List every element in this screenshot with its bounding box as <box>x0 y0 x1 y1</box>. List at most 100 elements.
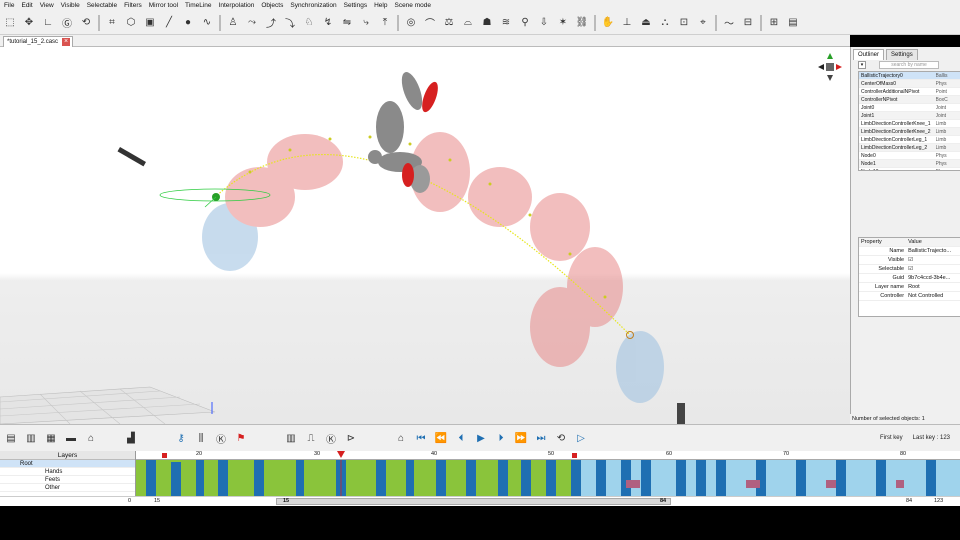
playhead-handle[interactable] <box>337 451 345 458</box>
select-tool-icon[interactable]: ⬚ <box>3 16 17 30</box>
ballistic-icon[interactable]: ⌓ <box>461 16 475 30</box>
move-tool-icon[interactable]: ✥ <box>22 16 36 30</box>
property-row[interactable]: Layer name Root <box>859 283 960 292</box>
wave-icon[interactable]: 〜 <box>722 16 736 30</box>
range-in-field[interactable]: 15 <box>154 498 160 504</box>
menu-item-file[interactable]: File <box>4 2 14 9</box>
ik-icon[interactable]: ⤵ <box>283 16 297 30</box>
outliner-row[interactable]: LimbDirectionControllerKnee_1 Limb <box>859 120 960 128</box>
layer-other[interactable]: Other <box>0 484 135 492</box>
menu-item-synchronization[interactable]: Synchronization <box>290 2 336 9</box>
property-row[interactable]: Guid 9b7c4ccd-3b4e... <box>859 274 960 283</box>
ik-key-icon[interactable]: Ⓚ <box>214 431 228 446</box>
property-row[interactable]: Name BallisticTrajecto... <box>859 247 960 256</box>
ground-icon[interactable]: ⊥ <box>620 16 634 30</box>
next-frame-icon[interactable]: ⏵ <box>494 431 508 445</box>
dope-icon[interactable]: ▥ <box>284 431 298 445</box>
menu-item-mirror-tool[interactable]: Mirror tool <box>149 2 178 9</box>
axis-tool-icon[interactable]: ∟ <box>41 16 55 30</box>
outliner-row[interactable]: LimbDirectionControllerLeg_2 Limb <box>859 144 960 152</box>
balance-icon[interactable]: ⚖ <box>442 16 456 30</box>
menu-item-selectable[interactable]: Selectable <box>87 2 117 9</box>
timeline-ruler[interactable]: 20 30 40 50 60 70 80 <box>136 451 960 460</box>
step-icon[interactable]: ⎍ <box>304 431 318 445</box>
menu-item-scene-mode[interactable]: Scene mode <box>394 2 431 9</box>
flag-icon[interactable]: ⚑ <box>234 431 248 445</box>
scene-graphics[interactable] <box>0 47 850 424</box>
first-key-icon[interactable]: ⏮ <box>414 431 428 445</box>
outliner-row[interactable]: Node1 Phys <box>859 160 960 168</box>
outliner-row[interactable]: CenterOfMass0 Phys <box>859 80 960 88</box>
trajectory-icon[interactable]: ⤳ <box>245 16 259 30</box>
node-icon[interactable]: ⌗ <box>105 16 119 30</box>
menu-item-objects[interactable]: Objects <box>261 2 283 9</box>
property-row[interactable]: Selectable ☑ <box>859 265 960 274</box>
layer-delete-icon[interactable]: ▬ <box>64 431 78 445</box>
split-icon[interactable]: ⫼ <box>194 431 208 445</box>
spring-icon[interactable]: ≋ <box>499 16 513 30</box>
next-key-icon[interactable]: ⏩ <box>514 431 528 445</box>
menu-item-visible[interactable]: Visible <box>61 2 80 9</box>
menu-item-interpolation[interactable]: Interpolation <box>219 2 255 9</box>
outliner-row[interactable]: BallisticTrajectory0 Ballis <box>859 72 960 80</box>
outliner-row[interactable]: Node0 Phys <box>859 152 960 160</box>
panel-icon[interactable]: ⊟ <box>741 16 755 30</box>
key-icon[interactable]: ⚷ <box>174 431 188 445</box>
mirror-icon[interactable]: ⇋ <box>340 16 354 30</box>
speed-icon[interactable]: ▷ <box>574 431 588 445</box>
menu-item-edit[interactable]: Edit <box>21 2 32 9</box>
point-icon[interactable]: ● <box>181 16 195 30</box>
document-tab[interactable]: *tutorial_15_2.casc × <box>3 36 74 47</box>
tab-outliner[interactable]: Outliner <box>853 49 885 60</box>
prev-frame-icon[interactable]: ⏴ <box>454 431 468 445</box>
limb-icon[interactable]: ↯ <box>321 16 335 30</box>
curve-editor-icon[interactable]: ▟ <box>124 431 138 445</box>
grid-icon[interactable]: ⊞ <box>767 16 781 30</box>
character-icon[interactable]: ♙ <box>226 16 240 30</box>
rotate-tool-icon[interactable]: ⟲ <box>79 16 93 30</box>
menu-item-settings[interactable]: Settings <box>344 2 368 9</box>
gravity-icon[interactable]: ⇩ <box>537 16 551 30</box>
focus-icon[interactable]: ⊡ <box>677 16 691 30</box>
jump-icon[interactable]: ⤒ <box>378 16 392 30</box>
outliner-row[interactable]: Joint0 Joint <box>859 104 960 112</box>
hand-icon[interactable]: ✋ <box>601 16 615 30</box>
body-icon[interactable]: ☗ <box>480 16 494 30</box>
range-end-marker[interactable] <box>572 453 577 458</box>
outliner-list[interactable]: BallisticTrajectory0 Ballis CenterOfMass0 P… <box>858 71 960 171</box>
layer-feets[interactable]: Feets <box>0 476 135 484</box>
fk-toggle-icon[interactable]: ⊳ <box>344 431 358 445</box>
property-row[interactable]: Controller Not Controlled <box>859 292 960 301</box>
search-input[interactable]: search by name <box>879 61 939 69</box>
arc-icon[interactable]: ⌒ <box>423 16 437 30</box>
cube-icon[interactable]: ⬡ <box>124 16 138 30</box>
view-gizmo[interactable] <box>818 53 842 83</box>
outliner-row[interactable]: LimbDirectionControllerLeg_1 Limb <box>859 136 960 144</box>
range-out-field[interactable]: 84 <box>906 498 912 504</box>
layout-icon[interactable]: ▤ <box>786 16 800 30</box>
outliner-row[interactable]: ControllerAdditionalNPivot Point <box>859 88 960 96</box>
timeline-range-bar[interactable]: 0 15 15 84 84 123 <box>0 496 960 506</box>
layer-merge-icon[interactable]: ▦ <box>44 431 58 445</box>
box-icon[interactable]: ▣ <box>143 16 157 30</box>
layer-export-icon[interactable]: ⌂ <box>84 431 98 445</box>
constraint-icon[interactable]: ⛓ <box>575 16 589 30</box>
range-slider[interactable] <box>276 498 671 505</box>
camera-icon[interactable]: ⌖ <box>696 16 710 30</box>
filter-icon[interactable]: ▾ <box>858 61 866 69</box>
pin-icon[interactable]: ⚲ <box>518 16 532 30</box>
prev-key-icon[interactable]: ⏪ <box>434 431 448 445</box>
line-icon[interactable]: ╱ <box>162 16 176 30</box>
3d-viewport[interactable] <box>0 47 850 424</box>
layer-hands[interactable]: Hands <box>0 468 135 476</box>
last-key-icon[interactable]: ⏭ <box>534 431 548 445</box>
foot-icon[interactable]: ⏏ <box>639 16 653 30</box>
timeline-track[interactable]: 20 30 40 50 60 70 80 <box>136 451 960 496</box>
menu-item-view[interactable]: View <box>40 2 54 9</box>
property-row[interactable]: Visible ☑ <box>859 256 960 265</box>
close-icon[interactable]: × <box>62 38 71 46</box>
physics-icon[interactable]: ◎ <box>404 16 418 30</box>
play-button[interactable]: ▶ <box>474 431 488 445</box>
global-icon[interactable]: Ⓖ <box>60 16 74 30</box>
range-start-marker[interactable] <box>162 453 167 458</box>
